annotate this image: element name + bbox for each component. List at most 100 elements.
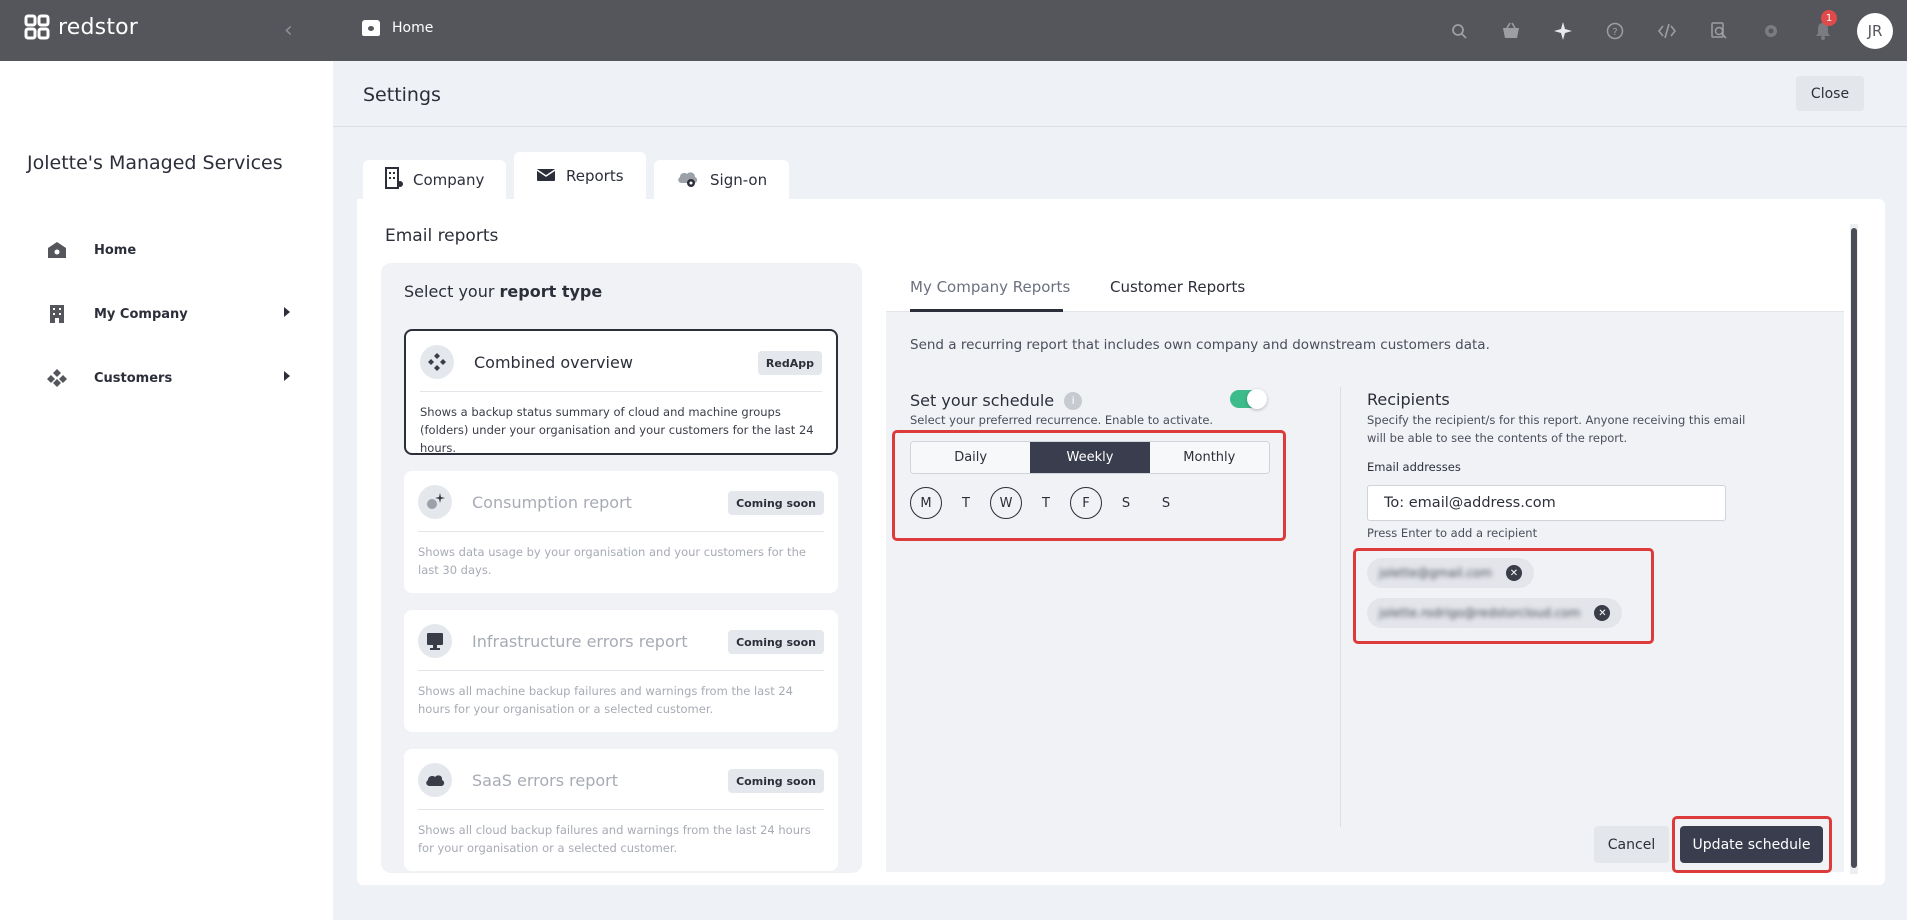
recipient-email: jolette.rodrigo@redstorcloud.com (1379, 606, 1581, 620)
sidebar-item-label: Home (94, 242, 137, 258)
day-sunday[interactable]: S (1150, 487, 1182, 519)
card-divider (418, 670, 824, 671)
subtab-label: My Company Reports (910, 278, 1071, 296)
notification-badge: 1 (1821, 10, 1837, 26)
status-badge: Coming soon (728, 491, 824, 515)
day-thursday[interactable]: T (1030, 487, 1062, 519)
recurrence-selector: Daily Weekly Monthly (910, 441, 1270, 474)
schedule-enable-toggle[interactable] (1230, 389, 1267, 409)
basket-icon[interactable] (1485, 0, 1537, 61)
day-friday[interactable]: F (1070, 487, 1102, 519)
card-divider (420, 391, 822, 392)
day-monday[interactable]: M (910, 487, 942, 519)
diamonds-icon (420, 345, 454, 379)
report-subtabs: My Company Reports Customer Reports (886, 264, 1844, 312)
email-hint: Press Enter to add a recipient (1367, 526, 1538, 540)
recipients-description: Specify the recipient/s for this report.… (1367, 413, 1746, 445)
report-description: Send a recurring report that includes ow… (910, 337, 1490, 353)
cloud-icon (418, 763, 452, 797)
report-type-heading: Select your report type (404, 282, 602, 301)
recipient-chip: jolette@gmail.com ✕ (1367, 558, 1534, 588)
bell-icon[interactable]: 1 (1797, 0, 1849, 61)
sidebar (0, 61, 333, 920)
report-card-description: Shows a backup status summary of cloud a… (420, 405, 814, 455)
recipient-chip: jolette.rodrigo@redstorcloud.com ✕ (1367, 598, 1623, 628)
home-icon (46, 239, 68, 261)
email-input[interactable] (1367, 485, 1726, 521)
building-icon (46, 303, 68, 325)
recurrence-daily[interactable]: Daily (911, 442, 1031, 473)
report-card-title: SaaS errors report (472, 771, 619, 790)
tab-customer-reports[interactable]: Customer Reports (1110, 278, 1245, 296)
sidebar-item-label: My Company (94, 306, 188, 322)
status-badge: Coming soon (728, 630, 824, 654)
collapse-sidebar-icon[interactable]: ‹ (284, 18, 293, 43)
cloud-key-icon (676, 168, 700, 193)
breadcrumb-home: Home (392, 20, 434, 36)
report-type-heading-bold: report type (499, 282, 603, 301)
day-picker: M T W T F S S (910, 487, 1182, 519)
building-icon (385, 166, 403, 194)
envelope-icon (536, 166, 556, 187)
recurrence-monthly[interactable]: Monthly (1149, 442, 1269, 473)
remove-recipient-icon[interactable]: ✕ (1505, 565, 1522, 581)
tab-sign-on[interactable]: Sign-on (654, 160, 790, 200)
report-card-title: Infrastructure errors report (472, 632, 688, 651)
sparkle-chart-icon (418, 485, 452, 519)
cancel-button[interactable]: Cancel (1594, 826, 1669, 863)
svg-text:?: ? (1612, 27, 1617, 38)
brand-name: redstor (58, 14, 139, 40)
remove-recipient-icon[interactable]: ✕ (1594, 605, 1611, 621)
scrollbar-thumb[interactable] (1851, 228, 1857, 868)
report-card-consumption: Consumption report Coming soon Shows dat… (404, 471, 838, 593)
inspect-icon[interactable] (1693, 0, 1745, 61)
sidebar-item-home[interactable]: Home (46, 235, 296, 265)
report-card-combined-overview[interactable]: Combined overview RedApp Shows a backup … (404, 329, 838, 455)
expand-arrow-icon[interactable] (284, 307, 290, 317)
close-button[interactable]: Close (1796, 76, 1864, 111)
tab-my-company-reports[interactable]: My Company Reports (910, 278, 1070, 296)
report-card-description: Shows data usage by your organisation an… (418, 545, 806, 577)
brand-logo[interactable]: redstor (24, 14, 138, 40)
header-divider (333, 126, 1907, 127)
schedule-heading: Set your schedule i (910, 391, 1083, 410)
report-type-heading-prefix: Select your (404, 282, 500, 301)
card-divider (418, 809, 824, 810)
breadcrumb[interactable]: Home (362, 20, 433, 36)
search-icon[interactable] (1433, 0, 1485, 61)
subtab-label: Customer Reports (1110, 278, 1246, 296)
update-schedule-button[interactable]: Update schedule (1680, 826, 1823, 863)
tab-label: Reports (566, 167, 624, 185)
sidebar-item-my-company[interactable]: My Company (46, 299, 296, 329)
email-reports-heading: Email reports (385, 226, 499, 246)
report-card-saas-errors: SaaS errors report Coming soon Shows all… (404, 749, 838, 871)
avatar[interactable]: JR (1857, 12, 1893, 49)
gear-icon[interactable] (1745, 0, 1797, 61)
tab-company[interactable]: Company (363, 160, 507, 200)
info-icon[interactable]: i (1064, 391, 1083, 410)
report-card-infrastructure-errors: Infrastructure errors report Coming soon… (404, 610, 838, 732)
schedule-title: Set your schedule (910, 391, 1055, 410)
schedule-subtitle: Select your preferred recurrence. Enable… (910, 413, 1214, 427)
tab-label: Sign-on (710, 171, 768, 189)
report-card-description: Shows all cloud backup failures and warn… (418, 823, 811, 855)
day-saturday[interactable]: S (1110, 487, 1142, 519)
top-bar: redstor ‹ Home ? 1 JR (0, 0, 1907, 61)
page-title: Settings (363, 84, 441, 106)
sparkle-icon[interactable] (1537, 0, 1589, 61)
day-tuesday[interactable]: T (950, 487, 982, 519)
redstor-logo-icon (24, 14, 50, 40)
code-icon[interactable] (1641, 0, 1693, 61)
recurrence-weekly[interactable]: Weekly (1030, 442, 1150, 473)
tab-label: Company (413, 171, 485, 189)
monitor-icon (418, 624, 452, 658)
sidebar-item-label: Customers (94, 370, 173, 386)
card-divider (418, 531, 824, 532)
tab-reports[interactable]: Reports (514, 152, 646, 200)
home-icon (362, 20, 380, 36)
help-icon[interactable]: ? (1589, 0, 1641, 61)
sidebar-item-customers[interactable]: Customers (46, 363, 296, 393)
expand-arrow-icon[interactable] (284, 371, 290, 381)
day-wednesday[interactable]: W (990, 487, 1022, 519)
schedule-area (886, 264, 1844, 872)
